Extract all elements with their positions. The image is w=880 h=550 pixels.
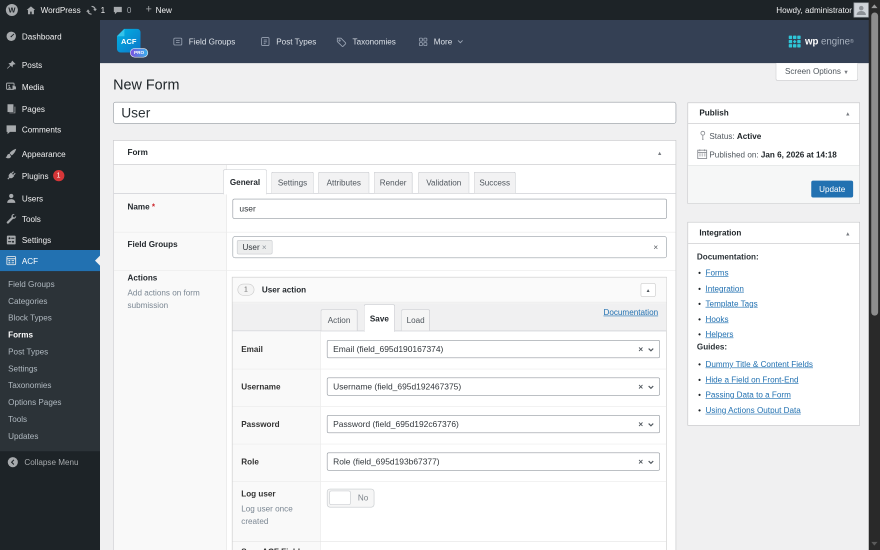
- svg-text:ACF: ACF: [121, 37, 137, 46]
- svg-text:W: W: [8, 6, 16, 15]
